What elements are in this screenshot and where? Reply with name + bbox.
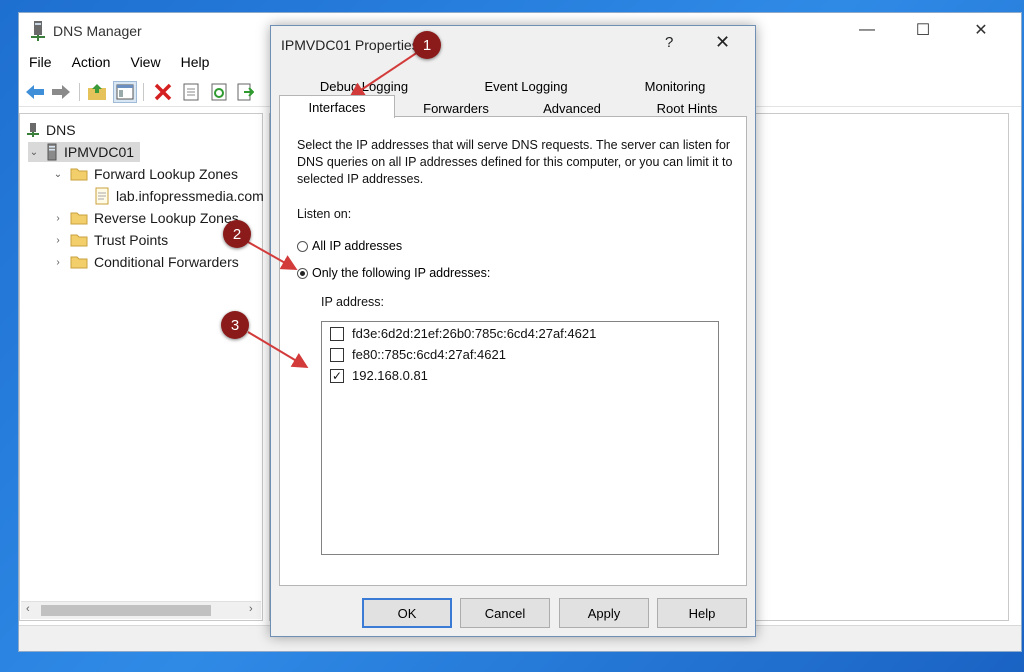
cancel-button[interactable]: Cancel [460, 598, 550, 628]
callout-3: 3 [221, 311, 249, 339]
zone-file-icon [94, 187, 110, 205]
folder-icon [70, 255, 88, 269]
list-item[interactable]: ✓ 192.168.0.81 [330, 368, 428, 383]
scroll-right-icon[interactable]: › [249, 603, 253, 615]
chevron-right-icon[interactable]: › [52, 235, 64, 246]
apply-button[interactable]: Apply [559, 598, 649, 628]
console-tree: DNS ⌄ IPMVDC01 ⌄ Forward Lookup Zones la… [19, 113, 264, 621]
scroll-thumb[interactable] [41, 605, 211, 616]
chevron-right-icon[interactable]: › [52, 213, 64, 224]
tree-label: Reverse Lookup Zones [94, 210, 239, 226]
ip-address-text: fe80::785c:6cd4:27af:4621 [352, 347, 506, 362]
delete-icon[interactable] [151, 81, 175, 103]
minimize-button[interactable]: — [839, 13, 895, 47]
tree-item-conditional-forwarders[interactable]: › Conditional Forwarders [52, 252, 239, 272]
tree-item-trust-points[interactable]: › Trust Points [52, 230, 168, 250]
maximize-button[interactable]: ☐ [895, 13, 951, 47]
close-button[interactable]: ✕ [953, 13, 1009, 47]
server-icon [46, 143, 58, 161]
menu-file[interactable]: File [19, 51, 62, 73]
tree-item-forward-lookup-zones[interactable]: ⌄ Forward Lookup Zones [52, 164, 238, 184]
radio-button[interactable] [297, 240, 308, 252]
checkbox[interactable] [330, 326, 344, 341]
dns-server-icon [29, 20, 47, 42]
export-list-icon[interactable] [233, 81, 257, 103]
toolbar-separator [143, 83, 144, 101]
tree-label: IPMVDC01 [64, 144, 135, 160]
forward-arrow-icon[interactable] [49, 81, 73, 103]
properties-icon[interactable] [179, 81, 203, 103]
tree-item-zone[interactable]: lab.infopressmedia.com [76, 186, 264, 206]
tab-event-logging[interactable]: Event Logging [447, 75, 605, 97]
tab-debug-logging[interactable]: Debug Logging [281, 75, 447, 97]
tree-label: lab.infopressmedia.com [116, 188, 264, 204]
back-arrow-icon[interactable] [23, 81, 47, 103]
help-button[interactable]: Help [657, 598, 747, 628]
menu-help[interactable]: Help [171, 51, 220, 73]
tree-label: Trust Points [94, 232, 169, 248]
tree-label: DNS [46, 122, 76, 138]
radio-only-following[interactable]: Only the following IP addresses: [297, 266, 490, 280]
tab-interfaces[interactable]: Interfaces [279, 95, 395, 118]
chevron-down-icon[interactable]: ⌄ [28, 147, 40, 158]
dialog-title: IPMVDC01 Properties [281, 37, 419, 53]
tab-monitoring[interactable]: Monitoring [605, 75, 745, 97]
ip-address-text: 192.168.0.81 [352, 368, 428, 383]
radio-all-ip-addresses[interactable]: All IP addresses [297, 239, 402, 253]
ok-button[interactable]: OK [362, 598, 452, 628]
folder-icon [70, 211, 88, 225]
ip-address-label: IP address: [321, 295, 385, 309]
callout-1: 1 [413, 31, 441, 59]
tree-item-server[interactable]: ⌄ IPMVDC01 [28, 142, 141, 162]
refresh-icon[interactable] [207, 81, 231, 103]
radio-label: All IP addresses [312, 239, 403, 253]
menu-action[interactable]: Action [62, 51, 121, 73]
scroll-left-icon[interactable]: ‹ [26, 603, 30, 615]
app-title: DNS Manager [53, 23, 142, 39]
ip-address-list: fd3e:6d2d:21ef:26b0:785c:6cd4:27af:4621 … [321, 321, 719, 555]
checkbox[interactable] [330, 347, 344, 362]
dns-icon [26, 122, 40, 138]
up-folder-icon[interactable] [85, 81, 109, 103]
list-item[interactable]: fe80::785c:6cd4:27af:4621 [330, 347, 506, 362]
folder-icon [70, 233, 88, 247]
tree-label: Conditional Forwarders [94, 254, 239, 270]
dialog-close-button[interactable]: ✕ [715, 32, 730, 53]
radio-label: Only the following IP addresses: [312, 266, 491, 280]
tree-label: Forward Lookup Zones [94, 166, 238, 182]
properties-dialog: IPMVDC01 Properties ? ✕ Debug Logging Ev… [270, 25, 756, 637]
description-text: Select the IP addresses that will serve … [297, 138, 733, 186]
horizontal-scrollbar[interactable]: ‹ › [21, 601, 261, 619]
menubar: File Action View Help [19, 51, 219, 73]
help-icon[interactable]: ? [665, 34, 673, 51]
tree-item-dns[interactable]: DNS [26, 120, 76, 140]
chevron-right-icon[interactable]: › [52, 257, 64, 268]
listen-on-label: Listen on: [297, 207, 352, 221]
interfaces-panel: Select the IP addresses that will serve … [279, 116, 747, 586]
chevron-down-icon[interactable]: ⌄ [52, 169, 64, 180]
menu-view[interactable]: View [120, 51, 170, 73]
ip-address-text: fd3e:6d2d:21ef:26b0:785c:6cd4:27af:4621 [352, 326, 597, 341]
checkbox-checked[interactable]: ✓ [330, 368, 344, 383]
list-item[interactable]: fd3e:6d2d:21ef:26b0:785c:6cd4:27af:4621 [330, 326, 596, 341]
toolbar-separator [79, 83, 80, 101]
show-hide-console-tree-icon[interactable] [113, 81, 137, 103]
radio-button-selected[interactable] [297, 267, 308, 279]
callout-2: 2 [223, 220, 251, 248]
tree-item-reverse-lookup-zones[interactable]: › Reverse Lookup Zones [52, 208, 239, 228]
folder-icon [70, 167, 88, 181]
